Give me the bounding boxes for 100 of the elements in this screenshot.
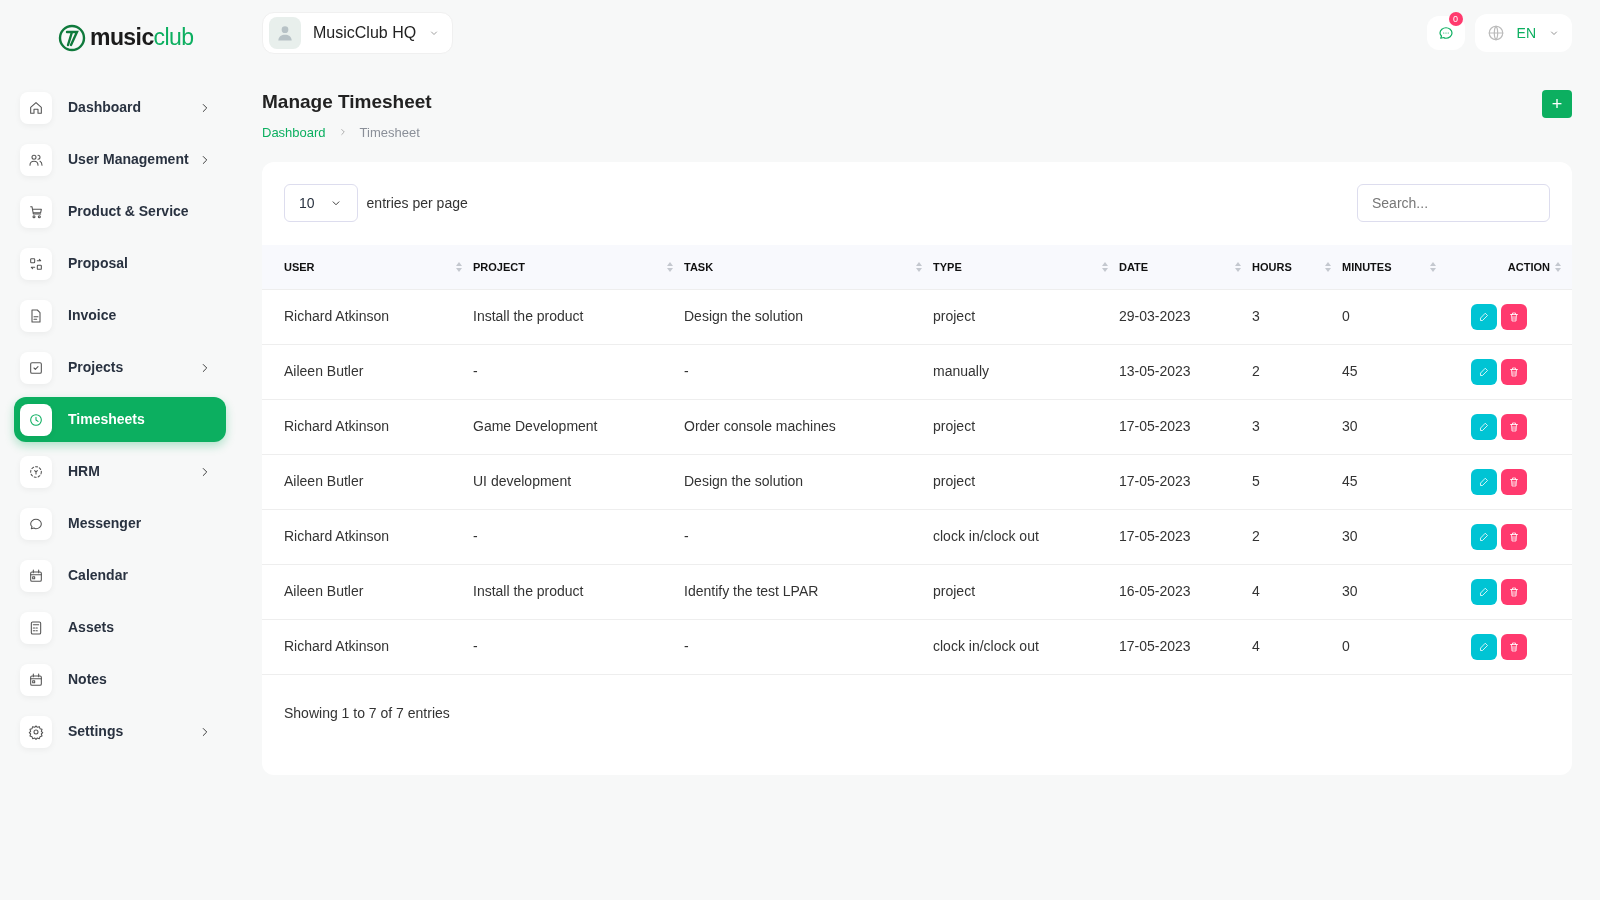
calculator-icon <box>28 619 44 636</box>
sidebar-item[interactable]: HRM <box>14 449 226 494</box>
table-cell: 5 <box>1252 473 1260 489</box>
table-cell: project <box>933 418 976 434</box>
table-cell: Order console machines <box>684 418 836 434</box>
sidebar-item[interactable]: Settings <box>14 709 226 754</box>
table-cell: 4 <box>1252 583 1260 599</box>
sort-icon[interactable] <box>455 260 463 273</box>
delete-button[interactable] <box>1501 523 1527 550</box>
column-header[interactable]: TASK <box>684 258 714 275</box>
sort-icon[interactable] <box>1234 260 1242 273</box>
workspace-dropdown[interactable]: MusicClub HQ <box>262 12 454 54</box>
table-cell: Design the solution <box>684 473 804 489</box>
pencil-icon <box>1478 310 1490 323</box>
trash-icon <box>1508 420 1520 433</box>
table-cell: - <box>684 363 689 379</box>
sidebar-label: HRM <box>68 462 101 481</box>
column-header[interactable]: PROJECT <box>473 258 525 275</box>
table-cell: Richard Atkinson <box>284 638 390 654</box>
table-cell: Aileen Butler <box>284 473 364 489</box>
table-cell: clock in/clock out <box>933 528 1039 544</box>
sort-icon[interactable] <box>1101 260 1109 273</box>
table-cell: clock in/clock out <box>933 638 1039 654</box>
globe-icon <box>1486 24 1505 42</box>
sidebar-label: Notes <box>68 670 108 689</box>
sort-icon[interactable] <box>666 260 674 273</box>
column-header[interactable]: USER <box>284 258 315 275</box>
edit-button[interactable] <box>1471 413 1497 440</box>
table-cell: 30 <box>1342 528 1358 544</box>
table-cell: 3 <box>1252 308 1260 324</box>
table-cell: 17-05-2023 <box>1119 473 1191 489</box>
table-cell: 16-05-2023 <box>1119 583 1191 599</box>
table-cell: Install the product <box>473 308 584 324</box>
sort-icon[interactable] <box>1324 260 1332 273</box>
table-cell: project <box>933 583 976 599</box>
column-header[interactable]: HOURS <box>1252 258 1292 275</box>
sidebar-item[interactable]: User Management <box>14 137 226 182</box>
table-cell: 17-05-2023 <box>1119 528 1191 544</box>
table-cell: - <box>473 638 478 654</box>
edit-button[interactable] <box>1471 358 1497 385</box>
pencil-icon <box>1478 365 1490 378</box>
edit-button[interactable] <box>1471 578 1497 605</box>
sidebar-item[interactable]: Proposal <box>14 241 226 286</box>
sidebar-label: User Management <box>68 150 190 169</box>
delete-button[interactable] <box>1501 303 1527 330</box>
edit-button[interactable] <box>1471 468 1497 495</box>
swap-icon <box>28 255 44 272</box>
sidebar-item[interactable]: Product & Service <box>14 189 226 234</box>
sidebar-item[interactable]: Assets <box>14 605 226 650</box>
sidebar-label: Product & Service <box>68 202 190 221</box>
page-size-select[interactable]: 10 <box>284 184 358 222</box>
column-header[interactable]: DATE <box>1119 258 1149 275</box>
breadcrumb-current: Timesheet <box>359 123 420 142</box>
column-header[interactable]: TYPE <box>933 258 962 275</box>
logo-text: musicclub <box>90 26 194 49</box>
table-cell: Game Development <box>473 418 598 434</box>
sidebar-item[interactable]: Invoice <box>14 293 226 338</box>
delete-button[interactable] <box>1501 358 1527 385</box>
table-cell: - <box>473 528 478 544</box>
column-header[interactable]: ACTION <box>1507 258 1550 275</box>
sort-icon[interactable] <box>1554 260 1562 273</box>
trash-icon <box>1508 530 1520 543</box>
table-cell: Richard Atkinson <box>284 418 390 434</box>
pencil-icon <box>1478 585 1490 598</box>
calendar-icon <box>28 567 44 584</box>
table-cell: - <box>473 363 478 379</box>
column-header[interactable]: MINUTES <box>1342 258 1392 275</box>
sidebar-item[interactable]: Dashboard <box>14 85 226 130</box>
sidebar-item[interactable]: Projects <box>14 345 226 390</box>
sort-icon[interactable] <box>915 260 923 273</box>
entries-summary: Showing 1 to 7 of 7 entries <box>283 703 451 723</box>
delete-button[interactable] <box>1501 633 1527 660</box>
delete-button[interactable] <box>1501 468 1527 495</box>
delete-button[interactable] <box>1501 413 1527 440</box>
edit-button[interactable] <box>1471 303 1497 330</box>
pencil-icon <box>1478 420 1490 433</box>
sidebar-item[interactable]: Notes <box>14 657 226 702</box>
sort-icon[interactable] <box>1429 260 1437 273</box>
table-cell: 0 <box>1342 638 1350 654</box>
edit-button[interactable] <box>1471 633 1497 660</box>
table-cell: 17-05-2023 <box>1119 418 1191 434</box>
clock-icon <box>28 411 44 428</box>
sidebar-label: Proposal <box>68 254 129 273</box>
trash-icon <box>1508 310 1520 323</box>
sidebar-item[interactable]: Messenger <box>14 501 226 546</box>
sidebar-label: Assets <box>68 618 115 637</box>
dotted-circle-icon <box>28 463 44 480</box>
table-cell: Design the solution <box>684 308 804 324</box>
table-cell: 13-05-2023 <box>1119 363 1191 379</box>
table-cell: 30 <box>1342 418 1358 434</box>
table-cell: 2 <box>1252 363 1260 379</box>
edit-button[interactable] <box>1471 523 1497 550</box>
table-cell: 4 <box>1252 638 1260 654</box>
search-field[interactable]: Search... <box>1357 184 1550 222</box>
sidebar-item[interactable]: Calendar <box>14 553 226 598</box>
checkbox-icon <box>28 359 44 376</box>
table-cell: 2 <box>1252 528 1260 544</box>
calendar-icon <box>28 671 44 688</box>
table-cell: UI development <box>473 473 572 489</box>
delete-button[interactable] <box>1501 578 1527 605</box>
